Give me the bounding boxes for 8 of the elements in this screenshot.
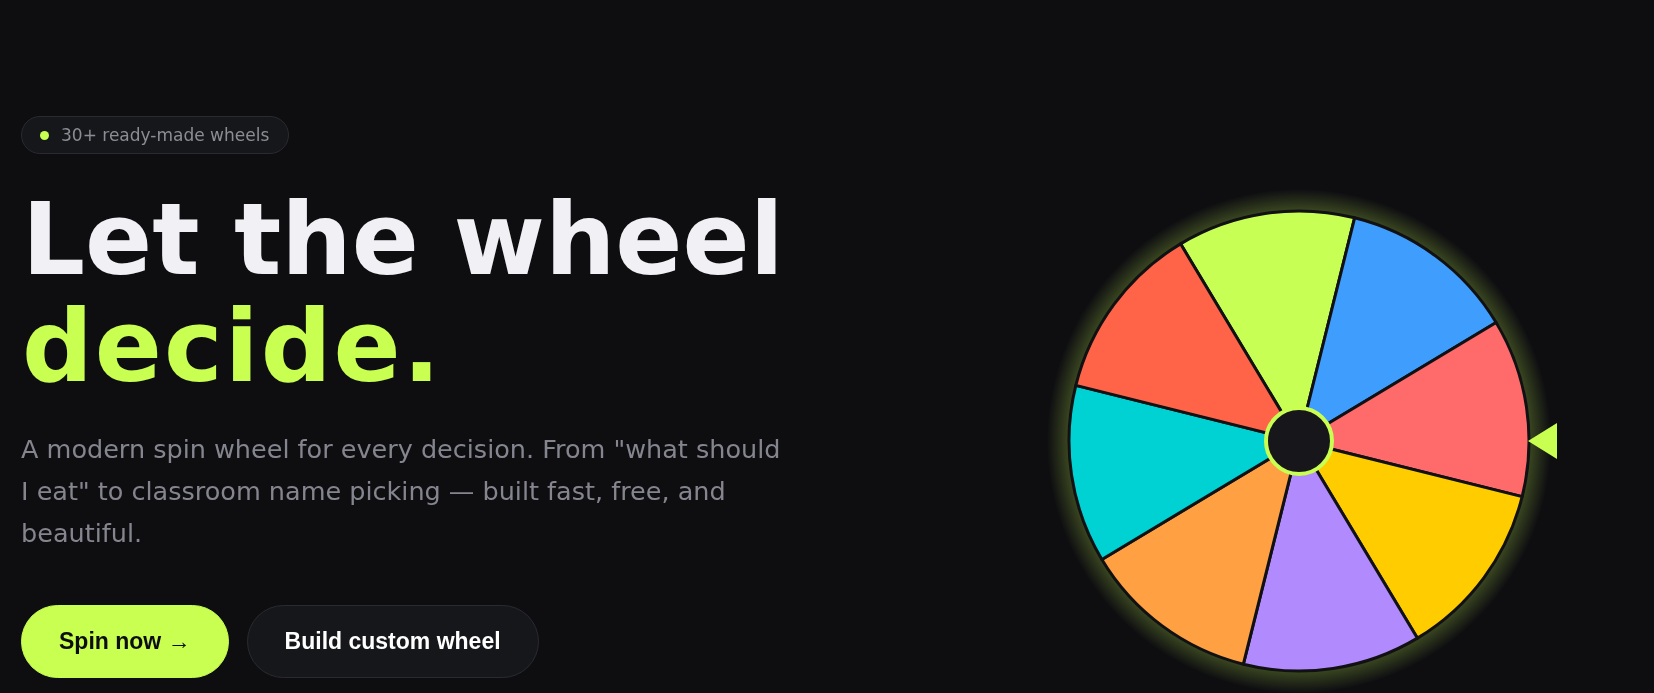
dot-icon [40,130,49,140]
hero-description: A modern spin wheel for every decision. From "what should I eat" to classroom name picking — built fast, free, and beautiful. [21,433,782,550]
hero-headline: Let the wheel decide. [22,186,784,400]
badge-text: 30+ ready-made wheels [61,125,270,145]
pointer-icon [1528,423,1557,459]
build-button[interactable]: Build custom wheel [246,605,539,678]
spin-button[interactable]: Spin now → [21,605,229,678]
wheel-hub [1264,406,1334,476]
